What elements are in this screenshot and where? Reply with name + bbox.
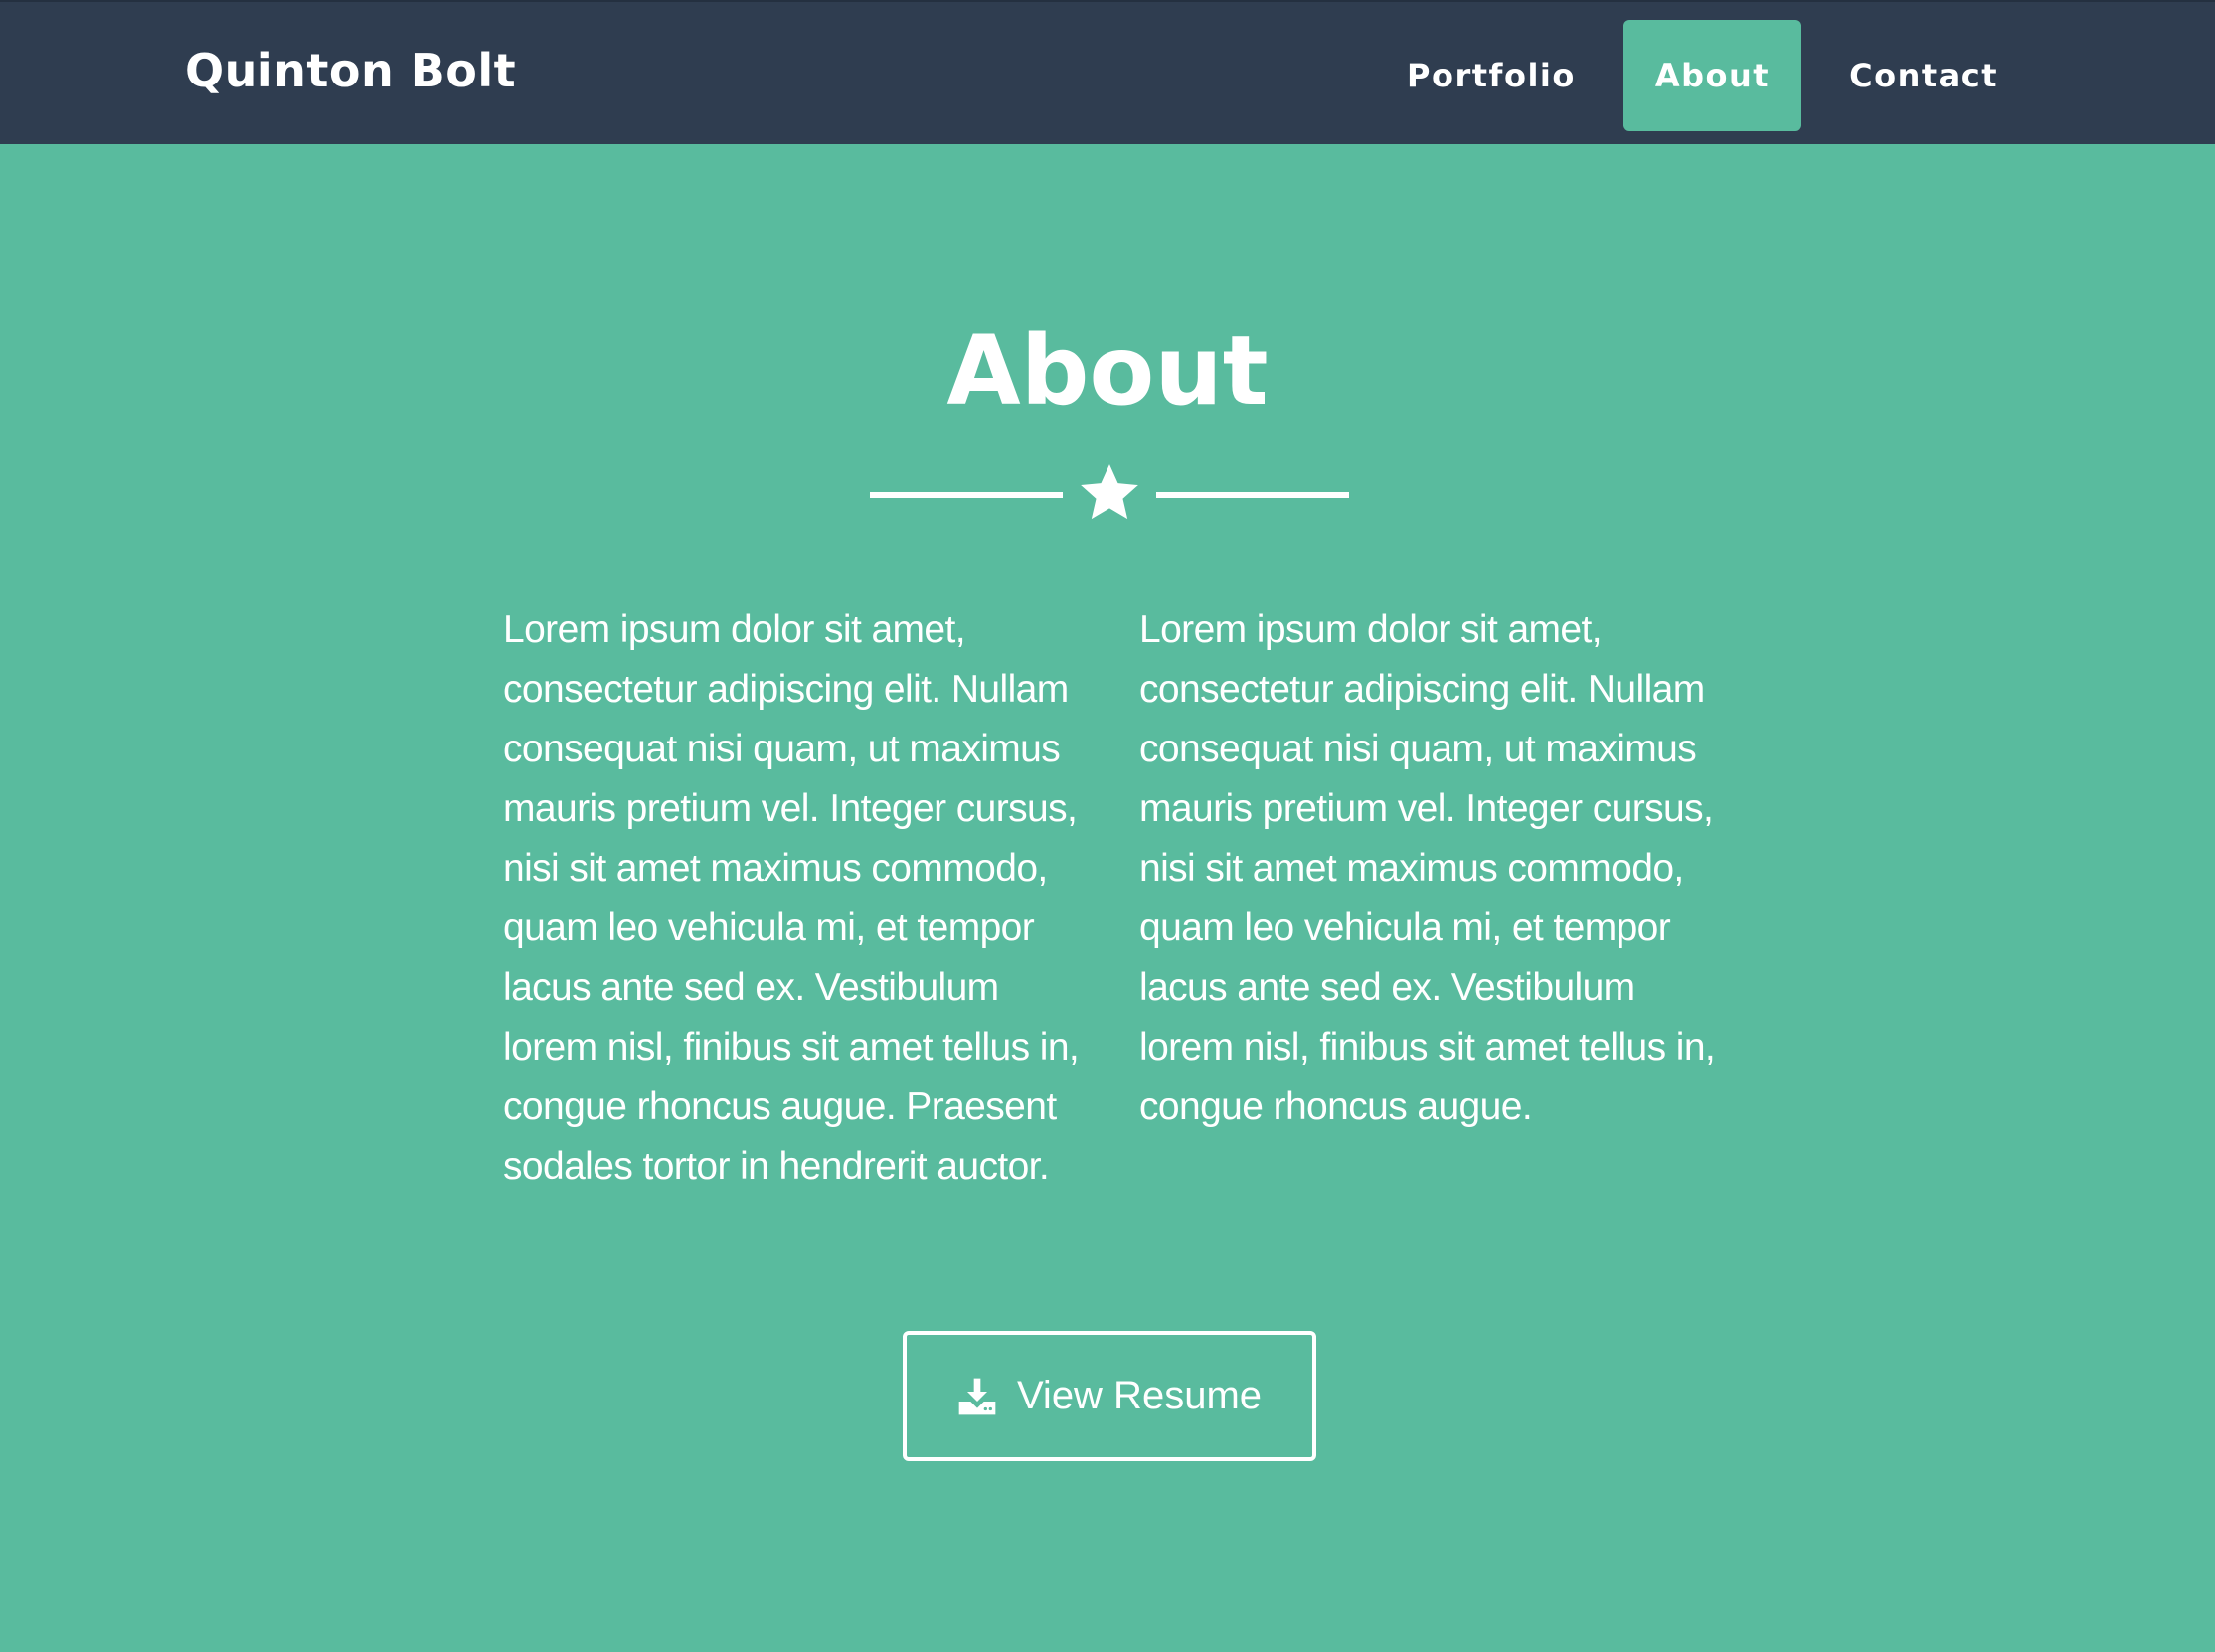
divider-line-right [1156,492,1349,498]
page-title: About [946,315,1269,426]
star-icon [1081,464,1138,520]
download-icon [958,1378,996,1414]
nav-link-portfolio[interactable]: Portfolio [1375,20,1608,131]
brand-logo-text[interactable]: Quinton Bolt [185,44,516,97]
navbar: Quinton Bolt Portfolio About Contact [0,0,2215,144]
divider-line-left [870,492,1063,498]
view-resume-button[interactable]: View Resume [903,1331,1316,1461]
view-resume-label: View Resume [1016,1374,1263,1417]
nav-link-about[interactable]: About [1622,20,1802,131]
nav-link-contact[interactable]: Contact [1817,20,2030,131]
nav-links: Portfolio About Contact [1359,20,2030,131]
about-text-right: Lorem ipsum dolor sit amet, consectetur … [1139,608,1716,1128]
star-divider [870,460,1349,528]
about-text-left: Lorem ipsum dolor sit amet, consectetur … [503,608,1080,1188]
